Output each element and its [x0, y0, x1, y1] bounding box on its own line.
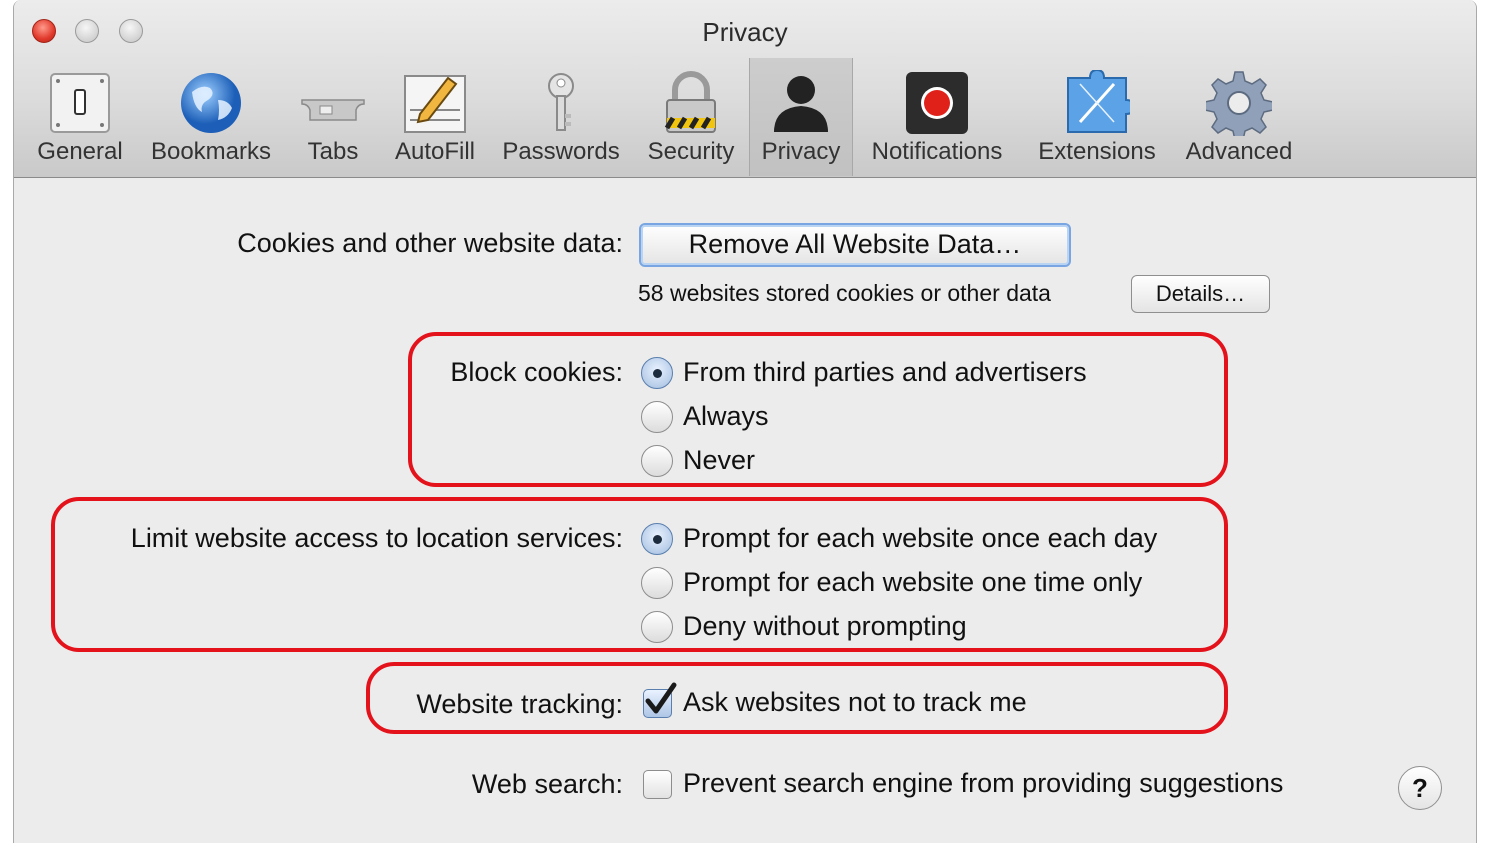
block-cookies-option-label: From third parties and advertisers: [683, 357, 1087, 387]
tab-privacy[interactable]: Privacy: [749, 58, 853, 176]
block-cookies-option-label: Never: [683, 445, 756, 475]
block-cookies-never-radio[interactable]: [641, 445, 673, 477]
prevent-suggestions-checkbox[interactable]: [643, 770, 672, 799]
location-deny-radio[interactable]: [641, 611, 673, 643]
help-button[interactable]: ?: [1398, 766, 1442, 810]
globe-icon: [181, 73, 241, 133]
preferences-window: Privacy General Bookmarks Tabs AutoFill …: [13, 0, 1477, 843]
tab-autofill[interactable]: AutoFill: [384, 58, 486, 176]
block-cookies-always-radio[interactable]: [641, 401, 673, 433]
tab-passwords[interactable]: Passwords: [498, 58, 624, 176]
do-not-track-label: Ask websites not to track me: [683, 687, 1027, 717]
tab-advanced[interactable]: Advanced: [1174, 58, 1304, 176]
location-option-label: Prompt for each website once each day: [683, 523, 1158, 553]
location-one-time-only-radio[interactable]: [641, 567, 673, 599]
general-switch-icon: [50, 73, 110, 133]
puzzle-compass-icon: [1067, 70, 1130, 133]
tab-label: Extensions: [1038, 138, 1156, 165]
tab-security[interactable]: Security: [636, 58, 746, 176]
checkmark-icon: [645, 682, 677, 714]
padlock-icon: [664, 71, 716, 133]
location-option-label: Deny without prompting: [683, 611, 967, 641]
website-tracking-label: Website tracking:: [416, 689, 623, 719]
tab-label: Notifications: [871, 138, 1003, 165]
block-cookies-label: Block cookies:: [450, 357, 623, 387]
tab-label: Privacy: [761, 138, 841, 165]
tab-bookmarks[interactable]: Bookmarks: [144, 58, 278, 176]
location-services-label: Limit website access to location service…: [130, 523, 623, 553]
location-once-each-day-radio[interactable]: [641, 523, 673, 555]
tab-label: Passwords: [502, 138, 620, 165]
remove-all-website-data-button[interactable]: Remove All Website Data…: [639, 223, 1071, 267]
toolbar: Privacy General Bookmarks Tabs AutoFill …: [14, 0, 1476, 178]
prevent-suggestions-label: Prevent search engine from providing sug…: [683, 768, 1284, 798]
tab-notifications[interactable]: Notifications: [863, 58, 1011, 176]
tab-general[interactable]: General: [28, 58, 132, 176]
highlight-block-cookies: [408, 332, 1228, 487]
person-silhouette-icon: [774, 76, 828, 132]
tab-tabs[interactable]: Tabs: [290, 58, 376, 176]
notification-record-icon: [906, 72, 968, 134]
details-button[interactable]: Details…: [1131, 275, 1270, 313]
tab-label: General: [37, 138, 123, 165]
block-cookies-third-party-radio[interactable]: [641, 357, 673, 389]
tab-label: AutoFill: [394, 138, 476, 165]
key-icon: [548, 73, 574, 131]
location-option-label: Prompt for each website one time only: [683, 567, 1143, 597]
cookies-label: Cookies and other website data:: [237, 228, 623, 258]
window-title: Privacy: [702, 17, 788, 47]
autofill-pencil-icon: [404, 75, 466, 133]
tabs-icon: [301, 99, 365, 121]
tab-label: Bookmarks: [150, 138, 272, 165]
stored-cookies-count: 58 websites stored cookies or other data: [638, 280, 1051, 306]
web-search-label: Web search:: [471, 769, 623, 799]
tab-extensions[interactable]: Extensions: [1030, 58, 1164, 176]
tab-label: Advanced: [1185, 138, 1293, 165]
do-not-track-checkbox[interactable]: [643, 682, 677, 718]
gear-icon: [1206, 71, 1272, 136]
tab-label: Security: [647, 138, 735, 165]
tab-label: Tabs: [307, 138, 359, 165]
block-cookies-option-label: Always: [683, 401, 769, 431]
